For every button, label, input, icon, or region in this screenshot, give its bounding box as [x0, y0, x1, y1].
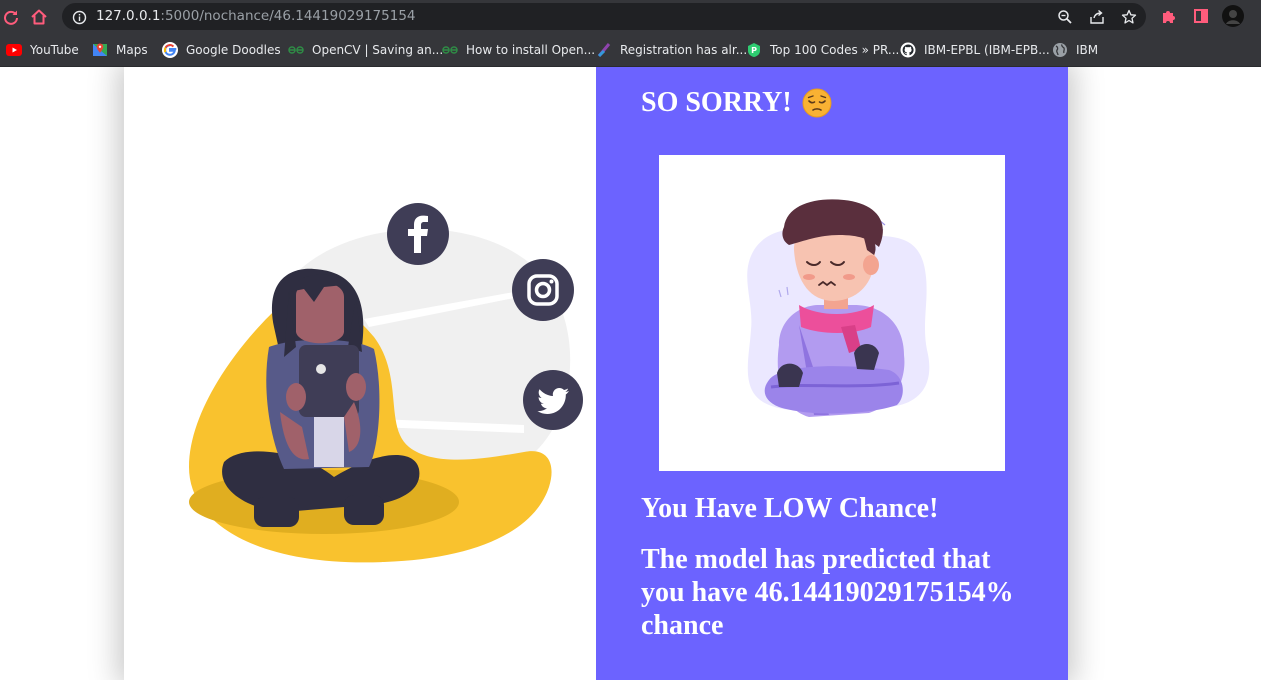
zoom-icon[interactable] — [1056, 8, 1074, 26]
bookmark-registration[interactable]: Registration has alr... — [596, 40, 747, 60]
title-text: SO SORRY! — [641, 87, 792, 118]
bookmark-star-icon[interactable] — [1120, 8, 1138, 26]
geeksforgeeks-icon — [442, 42, 458, 58]
home-icon[interactable] — [28, 6, 50, 28]
github-icon — [900, 42, 916, 58]
page-title: SO SORRY! — [641, 87, 832, 119]
page-viewport: SO SORRY! You Have LOW Chance! The model… — [0, 67, 1261, 680]
youtube-icon — [6, 42, 22, 58]
bookmark-youtube[interactable]: YouTube — [6, 40, 79, 60]
bookmark-label: Registration has alr... — [620, 43, 748, 57]
browser-toolbar: 127.0.0.1:5000/nochance/46.1441902917515… — [0, 0, 1261, 33]
geeksforgeeks-icon — [288, 42, 304, 58]
bookmark-top-100-codes[interactable]: P Top 100 Codes » PR... — [746, 40, 899, 60]
bookmark-label: YouTube — [30, 43, 79, 57]
bookmark-label: Maps — [116, 43, 148, 57]
address-bar[interactable]: 127.0.0.1:5000/nochance/46.1441902917515… — [62, 3, 1146, 30]
low-chance-heading: You Have LOW Chance! — [641, 493, 939, 524]
prediction-message: The model has predicted that you have 46… — [641, 544, 1014, 641]
url-text[interactable]: 127.0.0.1:5000/nochance/46.1441902917515… — [96, 8, 416, 24]
side-panel-icon[interactable] — [1191, 6, 1211, 26]
instagram-icon — [512, 259, 574, 321]
google-icon — [162, 42, 178, 58]
bookmark-google-doodles[interactable]: Google Doodles — [162, 40, 281, 60]
extensions-puzzle-icon[interactable] — [1159, 6, 1179, 26]
profile-avatar-icon[interactable] — [1222, 5, 1244, 27]
pensive-face-icon — [802, 88, 832, 118]
facebook-icon — [387, 203, 449, 265]
bookmark-label: Top 100 Codes » PR... — [770, 43, 900, 57]
bookmark-label: IBM — [1076, 43, 1099, 57]
url-path: :5000/nochance/46.14419029175154 — [160, 8, 416, 24]
bookmark-ibm[interactable]: IBM — [1052, 40, 1098, 60]
url-host: 127.0.0.1 — [96, 8, 161, 24]
bookmarks-bar: YouTube Maps Google Doodles OpenCV | Sav… — [0, 33, 1261, 67]
shield-icon: P — [746, 42, 762, 58]
result-card: SO SORRY! You Have LOW Chance! The model… — [124, 67, 1068, 680]
registration-icon — [596, 42, 612, 58]
reload-icon[interactable] — [0, 6, 22, 28]
bookmark-label: How to install Open... — [466, 43, 596, 57]
globe-icon — [1052, 42, 1068, 58]
result-panel: SO SORRY! You Have LOW Chance! The model… — [596, 67, 1068, 680]
bookmark-label: OpenCV | Saving an... — [312, 43, 444, 57]
bookmark-maps[interactable]: Maps — [92, 40, 148, 60]
maps-icon — [92, 42, 108, 58]
social-media-illustration — [184, 197, 594, 567]
site-info-icon[interactable] — [70, 8, 88, 26]
bookmark-label: IBM-EPBL (IBM-EPB... — [924, 43, 1050, 57]
twitter-icon — [523, 370, 583, 430]
bookmark-label: Google Doodles — [186, 43, 281, 57]
bookmark-opencv-saving[interactable]: OpenCV | Saving an... — [288, 40, 443, 60]
sad-person-illustration — [659, 155, 1005, 471]
share-icon[interactable] — [1088, 8, 1106, 26]
bookmark-how-to-install[interactable]: How to install Open... — [442, 40, 595, 60]
bookmark-ibm-epbl[interactable]: IBM-EPBL (IBM-EPB... — [900, 40, 1050, 60]
svg-text:P: P — [751, 46, 757, 55]
